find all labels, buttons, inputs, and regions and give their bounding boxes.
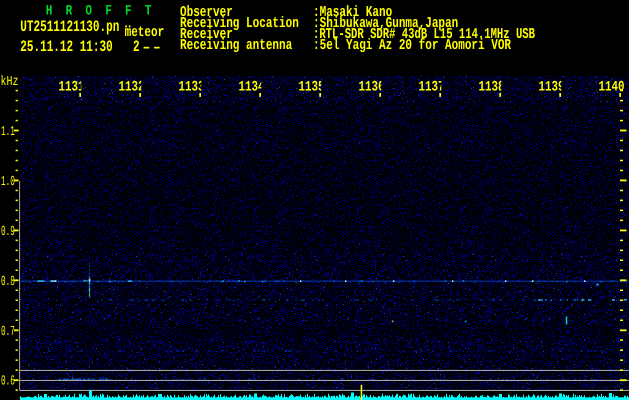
svg-text:UT2511121130.pn: UT2511121130.pn xyxy=(20,20,119,37)
svg-text:1133: 1133 xyxy=(179,80,205,96)
svg-text:1136: 1136 xyxy=(359,80,385,96)
svg-text:1139: 1139 xyxy=(539,80,565,96)
svg-text:0.9: 0.9 xyxy=(1,225,15,240)
svg-text:kHz: kHz xyxy=(1,75,19,90)
svg-text:1.0: 1.0 xyxy=(1,175,15,190)
svg-text:1131: 1131 xyxy=(59,80,85,96)
svg-text:1135: 1135 xyxy=(299,80,325,96)
svg-text:H R O F F T: H R O F F T xyxy=(46,4,152,20)
svg-text:1140: 1140 xyxy=(599,80,625,96)
svg-text:0.8: 0.8 xyxy=(1,275,15,290)
svg-text::5el Yagi Az 20 for Aomori VOR: :5el Yagi Az 20 for Aomori VOR xyxy=(313,37,511,55)
svg-text:25.11.12 11:30: 25.11.12 11:30 xyxy=(20,39,112,56)
svg-text:1137: 1137 xyxy=(419,80,445,96)
svg-text:1.1: 1.1 xyxy=(1,125,15,140)
svg-text:1132: 1132 xyxy=(119,80,145,96)
svg-text:1134: 1134 xyxy=(239,80,265,96)
svg-text:1138: 1138 xyxy=(479,80,505,96)
svg-text:meteor: meteor xyxy=(125,26,165,42)
svg-text:2: 2 xyxy=(133,39,140,56)
svg-text:0.6: 0.6 xyxy=(1,375,15,390)
svg-text:0.7: 0.7 xyxy=(1,325,15,340)
svg-text:Receiving antenna: Receiving antenna xyxy=(180,38,293,54)
